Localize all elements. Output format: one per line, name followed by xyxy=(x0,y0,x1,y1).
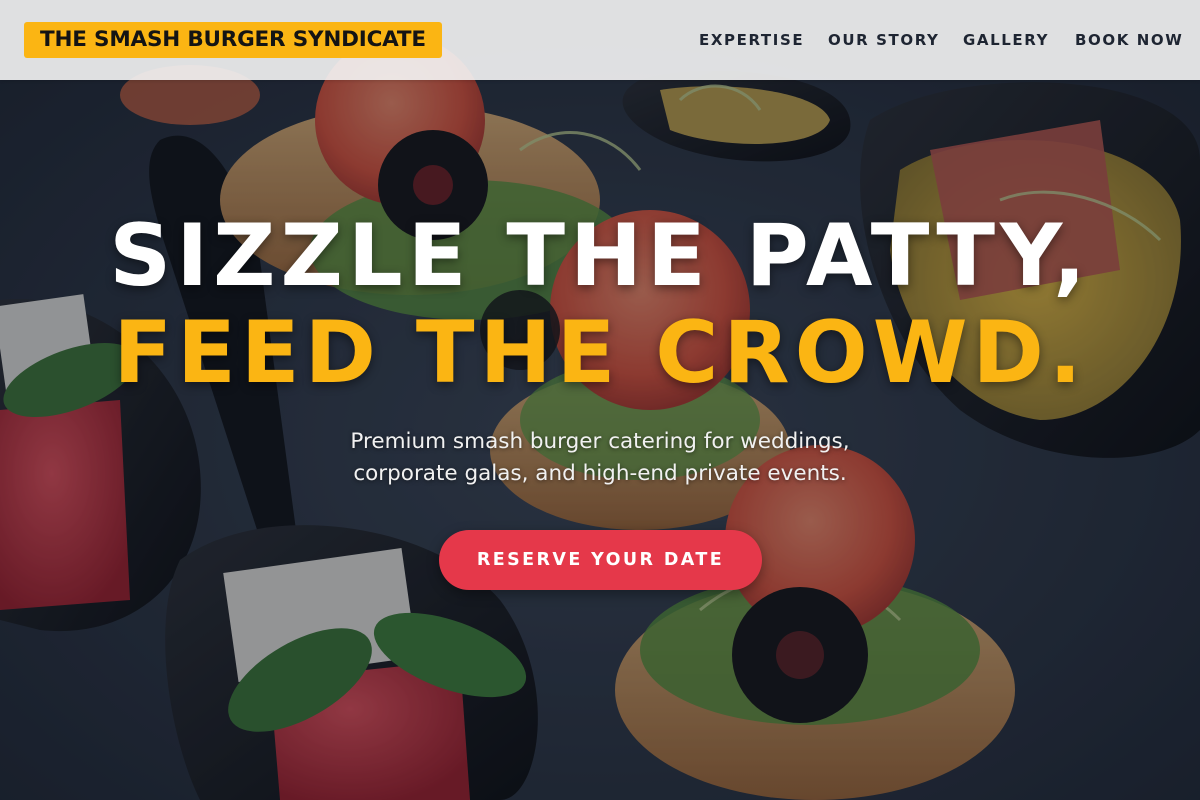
reserve-date-button[interactable]: RESERVE YOUR DATE xyxy=(439,530,762,590)
hero-headline-line-1: SIZZLE THE PATTY, xyxy=(109,206,1091,306)
hero-headline-line-2: FEED THE CROWD. xyxy=(113,303,1087,403)
hero-subtext-line-1: Premium smash burger catering for weddin… xyxy=(350,429,850,454)
hero-subtext: Premium smash burger catering for weddin… xyxy=(250,426,950,490)
hero-subtext-line-2: corporate galas, and high-end private ev… xyxy=(353,461,847,486)
hero-section: SIZZLE THE PATTY, FEED THE CROWD. Premiu… xyxy=(0,0,1200,800)
